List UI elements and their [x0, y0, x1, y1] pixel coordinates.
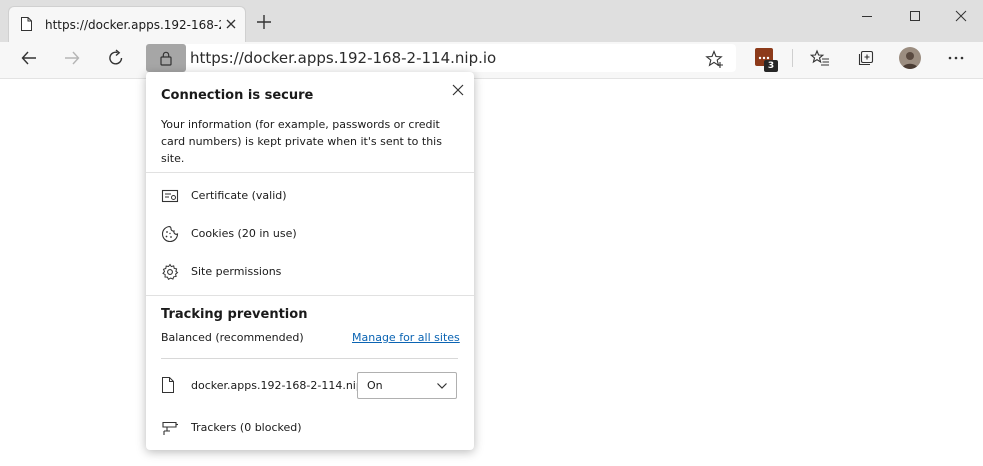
popup-close-icon[interactable]	[450, 82, 466, 98]
add-favorite-icon[interactable]	[705, 49, 725, 69]
site-info-popup: Connection is secure Your information (f…	[146, 72, 474, 450]
page-icon	[162, 377, 174, 393]
url-text[interactable]: https://docker.apps.192-168-2-114.nip.io	[190, 48, 496, 68]
cookies-label: Cookies (20 in use)	[191, 227, 297, 240]
minimize-icon[interactable]	[852, 6, 882, 26]
certificate-label: Certificate (valid)	[191, 189, 287, 202]
certificate-row[interactable]: Certificate (valid)	[146, 184, 474, 208]
tab-close-icon[interactable]	[223, 16, 239, 32]
site-permissions-label: Site permissions	[191, 265, 282, 278]
popup-title: Connection is secure	[161, 88, 314, 103]
site-permissions-row[interactable]: Site permissions	[146, 260, 474, 284]
toolbar-divider	[792, 49, 793, 67]
browser-tab[interactable]: https://docker.apps.192-168-2-114.nip.io	[8, 6, 246, 42]
more-icon[interactable]	[946, 48, 966, 68]
tracking-site-label: docker.apps.192-168-2-114.nip.io	[191, 379, 377, 392]
trackers-row[interactable]: Trackers (0 blocked)	[146, 416, 474, 440]
tracker-icon	[162, 421, 178, 435]
popup-description: Your information (for example, passwords…	[161, 118, 442, 165]
certificate-icon	[161, 189, 179, 203]
tracking-prevention-title: Tracking prevention	[161, 307, 308, 322]
new-tab-button[interactable]	[254, 12, 274, 32]
tracking-site-select[interactable]: On	[357, 372, 457, 399]
back-icon[interactable]	[19, 48, 39, 68]
manage-all-sites-link[interactable]: Manage for all sites	[352, 331, 460, 344]
popup-divider	[146, 172, 474, 173]
tracking-divider	[161, 358, 458, 359]
gear-icon	[162, 263, 179, 280]
extension-badge: 3	[764, 60, 778, 72]
forward-icon[interactable]	[62, 48, 82, 68]
popup-divider	[146, 295, 474, 296]
collections-icon[interactable]	[856, 48, 876, 68]
profile-avatar[interactable]	[899, 47, 921, 69]
tracking-level: Balanced (recommended)	[161, 331, 304, 344]
cookies-row[interactable]: Cookies (20 in use)	[146, 222, 474, 246]
avatar-icon	[902, 52, 918, 69]
refresh-icon[interactable]	[106, 48, 126, 68]
favorites-icon[interactable]	[810, 48, 830, 68]
tracking-site-select-value: On	[367, 379, 383, 392]
chevron-down-icon	[437, 383, 447, 389]
trackers-label: Trackers (0 blocked)	[191, 421, 302, 434]
tab-title: https://docker.apps.192-168-2-114.nip.io	[45, 18, 221, 32]
maximize-icon[interactable]	[900, 6, 930, 26]
close-window-icon[interactable]	[946, 6, 976, 26]
lock-icon	[160, 51, 172, 66]
cookie-icon	[161, 225, 179, 243]
site-info-button[interactable]	[146, 44, 186, 72]
page-icon	[21, 17, 32, 31]
